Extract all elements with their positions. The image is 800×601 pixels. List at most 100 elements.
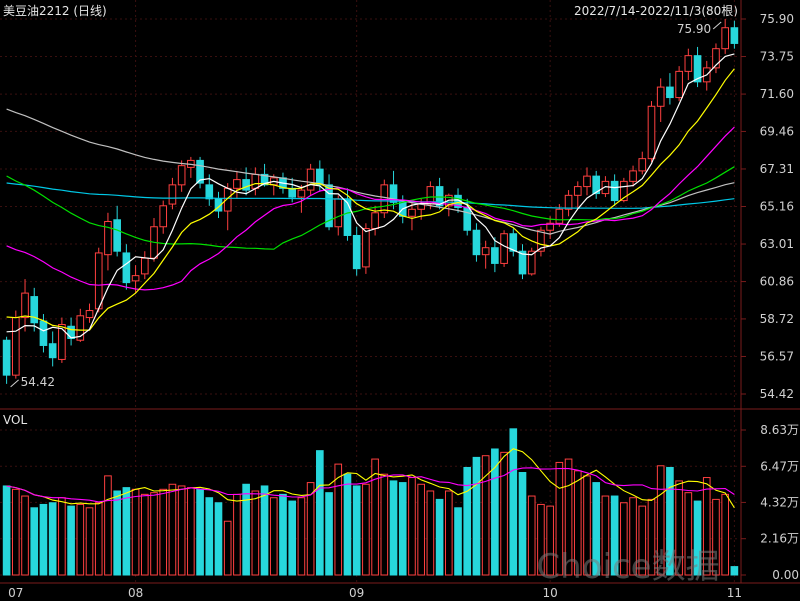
volume-bar	[730, 566, 739, 576]
candle-body-up	[481, 247, 490, 256]
candle-body-up	[629, 170, 637, 182]
volume-bar	[518, 472, 527, 576]
volume-bar	[463, 466, 472, 576]
volume-bar	[131, 488, 140, 576]
volume-bar	[205, 497, 214, 576]
candle-body-up	[233, 179, 241, 189]
candle-body-up	[408, 208, 416, 217]
volume-tick-label: 6.47万	[760, 459, 799, 473]
high-annotation: 75.90	[677, 22, 711, 36]
candle-body-up	[371, 212, 379, 229]
candle-body-up	[168, 184, 177, 205]
volume-bar	[85, 507, 94, 576]
volume-bar	[140, 493, 149, 576]
volume-bar	[196, 488, 204, 576]
candle	[12, 310, 20, 379]
candle-body-up	[251, 173, 260, 189]
candle-body-down	[730, 27, 739, 44]
candle-body-up	[297, 189, 306, 198]
volume-bar	[472, 456, 481, 576]
candle-body-down	[242, 179, 250, 191]
candle-body-up	[555, 208, 564, 224]
candle	[620, 177, 628, 203]
x-tick-label: 09	[349, 586, 364, 600]
volume-bar	[122, 487, 131, 576]
volume-tick-label: 2.16万	[760, 532, 799, 546]
candle-body-up	[564, 194, 573, 210]
candle-body-down	[463, 207, 472, 231]
volume-bar	[279, 493, 287, 576]
volume-bar	[260, 485, 269, 576]
price-tick-label: 54.42	[760, 387, 794, 401]
price-tick-label: 73.75	[760, 50, 794, 64]
volume-bar	[426, 490, 435, 576]
candle-body-up	[721, 27, 729, 50]
volume-bar	[325, 492, 333, 576]
volume-bar	[48, 502, 57, 576]
price-tick-label: 65.16	[760, 200, 794, 214]
candle-body-up	[12, 317, 20, 376]
price-tick-label: 63.01	[760, 237, 794, 251]
volume-bar	[380, 473, 389, 576]
price-tick-label: 56.57	[760, 349, 794, 363]
chart-title: 美豆油2212 (日线)	[3, 4, 107, 18]
volume-bar	[500, 451, 508, 576]
candle-body-up	[656, 86, 665, 107]
candle-body-down	[205, 184, 214, 200]
volume-bar	[408, 477, 416, 576]
volume-bar	[159, 488, 168, 576]
price-tick-label: 69.46	[760, 124, 794, 138]
volume-bar	[39, 503, 48, 576]
volume-bar	[187, 487, 195, 576]
volume-bar	[444, 490, 453, 576]
candle-body-down	[610, 180, 619, 202]
price-tick-label: 71.60	[760, 87, 794, 101]
chart-root: 美豆油2212 (日线) 2022/7/14-2022/11/3(80根) VO…	[0, 0, 800, 601]
candle-body-up	[380, 184, 389, 214]
candle-body-down	[352, 234, 361, 270]
volume-bar	[297, 497, 306, 576]
candle	[647, 101, 656, 163]
candle-body-up	[684, 55, 693, 72]
volume-bar	[30, 507, 39, 576]
volume-bar	[398, 482, 407, 576]
candle-body-up	[334, 198, 343, 228]
candle-body-up	[583, 175, 591, 188]
volume-bar	[76, 503, 85, 576]
candle-body-down	[316, 168, 324, 186]
candle-body-down	[666, 86, 674, 99]
volume-bar	[21, 495, 29, 576]
volume-bar	[389, 480, 398, 576]
volume-tick-label: 0.00	[772, 568, 799, 582]
volume-bar	[527, 495, 536, 576]
candle-body-down	[113, 219, 121, 252]
candle-body-up	[21, 292, 29, 319]
candle	[500, 230, 508, 267]
candle	[527, 247, 536, 276]
candle-body-down	[288, 187, 297, 198]
volume-bar	[454, 507, 462, 576]
x-tick-label: 11	[727, 586, 742, 600]
candle	[380, 179, 389, 219]
candle-body-up	[500, 233, 508, 264]
volume-bar	[417, 483, 425, 576]
volume-bar	[214, 502, 223, 576]
volume-tick-label: 4.32万	[760, 495, 799, 509]
candle-body-down	[39, 320, 48, 346]
candle-body-up	[85, 310, 94, 319]
candle-body-up	[306, 168, 315, 191]
volume-tick-label: 8.63万	[760, 423, 799, 437]
volume-bar	[233, 493, 241, 576]
price-tick-label: 75.90	[760, 12, 794, 26]
candle-body-down	[2, 339, 11, 376]
candle-body-up	[94, 252, 103, 310]
candle	[58, 317, 66, 363]
volume-bar	[334, 463, 343, 576]
volume-bar	[94, 502, 103, 576]
volume-bar	[104, 475, 112, 576]
price-tick-label: 58.72	[760, 312, 794, 326]
volume-bar	[168, 483, 177, 576]
volume-bar	[150, 492, 158, 576]
volume-label: VOL	[3, 413, 27, 427]
candle-body-up	[177, 165, 186, 186]
